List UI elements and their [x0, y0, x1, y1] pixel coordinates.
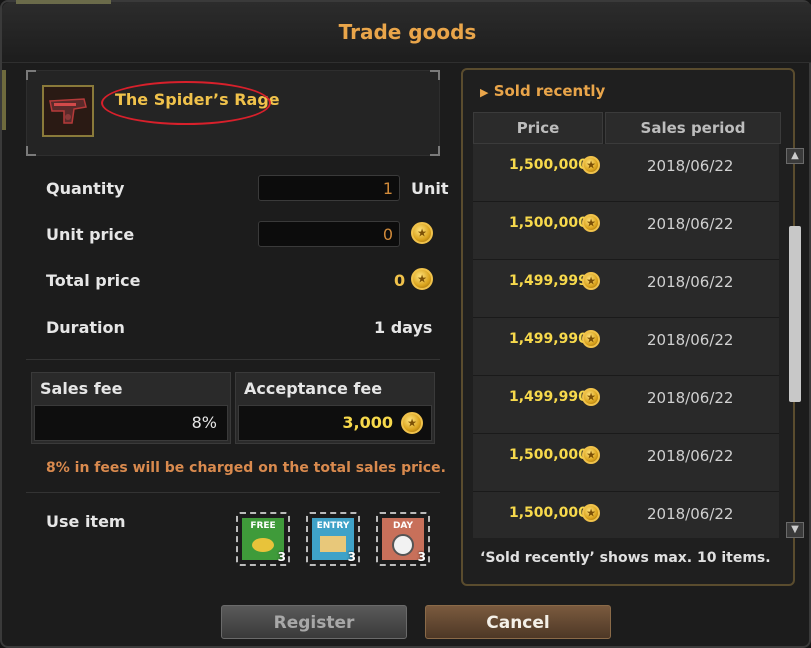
unit-price-input[interactable]: 0: [258, 221, 400, 247]
duration-label: Duration: [46, 318, 125, 337]
sold-date: 2018/06/22: [647, 447, 734, 465]
use-item-label: Use item: [46, 512, 126, 531]
list-item: 1,499,999 2018/06/22: [473, 260, 779, 318]
frame-corner: [430, 146, 440, 156]
acceptance-fee-box: Acceptance fee 3,000: [235, 372, 435, 444]
scrollbar-thumb[interactable]: [789, 226, 801, 402]
sold-recently-title-text: Sold recently: [493, 82, 606, 100]
free-stamp-icon[interactable]: FREE 3: [236, 512, 290, 566]
sold-price: 1,500,000: [509, 447, 588, 463]
sold-date: 2018/06/22: [647, 157, 734, 175]
unit-price-label: Unit price: [46, 225, 135, 244]
sold-price: 1,500,000: [509, 215, 588, 231]
triangle-right-icon: ▶: [480, 86, 489, 99]
sold-price: 1,499,999: [509, 273, 588, 289]
quantity-label: Quantity: [46, 179, 125, 198]
item-header: The Spider’s Rage: [26, 70, 440, 156]
divider: [26, 359, 440, 360]
sales-fee-field: 8%: [34, 405, 228, 441]
frame-corner: [26, 70, 36, 80]
frame-corner: [430, 70, 440, 80]
background-window-edge: [16, 0, 111, 4]
gold-coin-icon: [582, 330, 600, 348]
sold-price: 1,499,990: [509, 331, 588, 347]
list-item: 1,500,000 2018/06/22: [473, 434, 779, 492]
sold-date: 2018/06/22: [647, 505, 734, 523]
sales-fee-value: 8%: [191, 413, 217, 432]
scroll-up-icon[interactable]: ▲: [786, 148, 804, 164]
sold-recently-title: ▶ Sold recently: [480, 82, 605, 100]
entry-stamp-count: 3: [347, 550, 356, 564]
coin-icon: [252, 538, 274, 552]
acceptance-fee-label: Acceptance fee: [244, 379, 383, 398]
gold-coin-icon: [411, 268, 433, 290]
cancel-button[interactable]: Cancel: [425, 605, 611, 639]
list-item: 1,499,990 2018/06/22: [473, 376, 779, 434]
gold-coin-icon: [411, 222, 433, 244]
sold-recently-list[interactable]: 1,500,000 2018/06/22 1,500,000 2018/06/2…: [473, 144, 779, 538]
list-scrollbar[interactable]: ▲ ▼: [786, 148, 804, 538]
list-item: 1,500,000 2018/06/22: [473, 144, 779, 202]
sold-price: 1,499,990: [509, 389, 588, 405]
free-stamp-count: 3: [277, 550, 286, 564]
highlight-ellipse: [101, 81, 271, 125]
list-item: 1,500,000 2018/06/22: [473, 202, 779, 260]
fee-warning-text: 8% in fees will be charged on the total …: [46, 460, 446, 476]
gold-coin-icon: [582, 388, 600, 406]
day-stamp-icon[interactable]: DAY 3: [376, 512, 430, 566]
entry-stamp-icon[interactable]: ENTRY 3: [306, 512, 360, 566]
gold-coin-icon: [582, 214, 600, 232]
ticket-icon: [320, 536, 346, 552]
sold-date: 2018/06/22: [647, 215, 734, 233]
sold-date: 2018/06/22: [647, 331, 734, 349]
gold-coin-icon: [582, 272, 600, 290]
column-header-sales-period[interactable]: Sales period: [605, 112, 781, 144]
gold-coin-icon: [401, 412, 423, 434]
sales-fee-label: Sales fee: [40, 379, 123, 398]
gold-coin-icon: [582, 504, 600, 522]
gold-coin-icon: [582, 446, 600, 464]
list-item: 1,500,000 2018/06/22: [473, 492, 779, 538]
free-stamp-text: FREE: [250, 521, 276, 531]
gold-coin-icon: [582, 156, 600, 174]
sold-price: 1,500,000: [509, 157, 588, 173]
register-button[interactable]: Register: [221, 605, 407, 639]
sold-date: 2018/06/22: [647, 389, 734, 407]
acceptance-fee-field: 3,000: [238, 405, 432, 441]
column-header-price[interactable]: Price: [473, 112, 603, 144]
clock-icon: [392, 534, 414, 556]
trade-goods-window: Trade goods The Spider’s Rage Quantity 1…: [0, 0, 811, 648]
total-price-label: Total price: [46, 271, 141, 290]
quantity-value: 1: [382, 179, 393, 198]
divider: [26, 492, 440, 493]
list-item: 1,499,990 2018/06/22: [473, 318, 779, 376]
unit-price-value: 0: [382, 225, 393, 244]
duration-value: 1 days: [374, 318, 433, 337]
sales-fee-box: Sales fee 8%: [31, 372, 231, 444]
total-price-value: 0: [394, 271, 406, 290]
sold-price: 1,500,000: [509, 505, 588, 521]
entry-stamp-text: ENTRY: [316, 521, 350, 531]
day-stamp-count: 3: [417, 550, 426, 564]
quantity-input[interactable]: 1: [258, 175, 400, 201]
acceptance-fee-value: 3,000: [342, 413, 393, 432]
sold-date: 2018/06/22: [647, 273, 734, 291]
sold-recently-note: ‘Sold recently’ shows max. 10 items.: [480, 550, 771, 566]
background-window-edge-left: [2, 70, 6, 130]
day-stamp-text: DAY: [392, 521, 414, 531]
frame-corner: [26, 146, 36, 156]
quantity-unit: Unit: [411, 179, 449, 198]
window-title: Trade goods: [338, 20, 477, 44]
scroll-down-icon[interactable]: ▼: [786, 522, 804, 538]
spider-rage-weapon-icon[interactable]: [42, 85, 94, 137]
